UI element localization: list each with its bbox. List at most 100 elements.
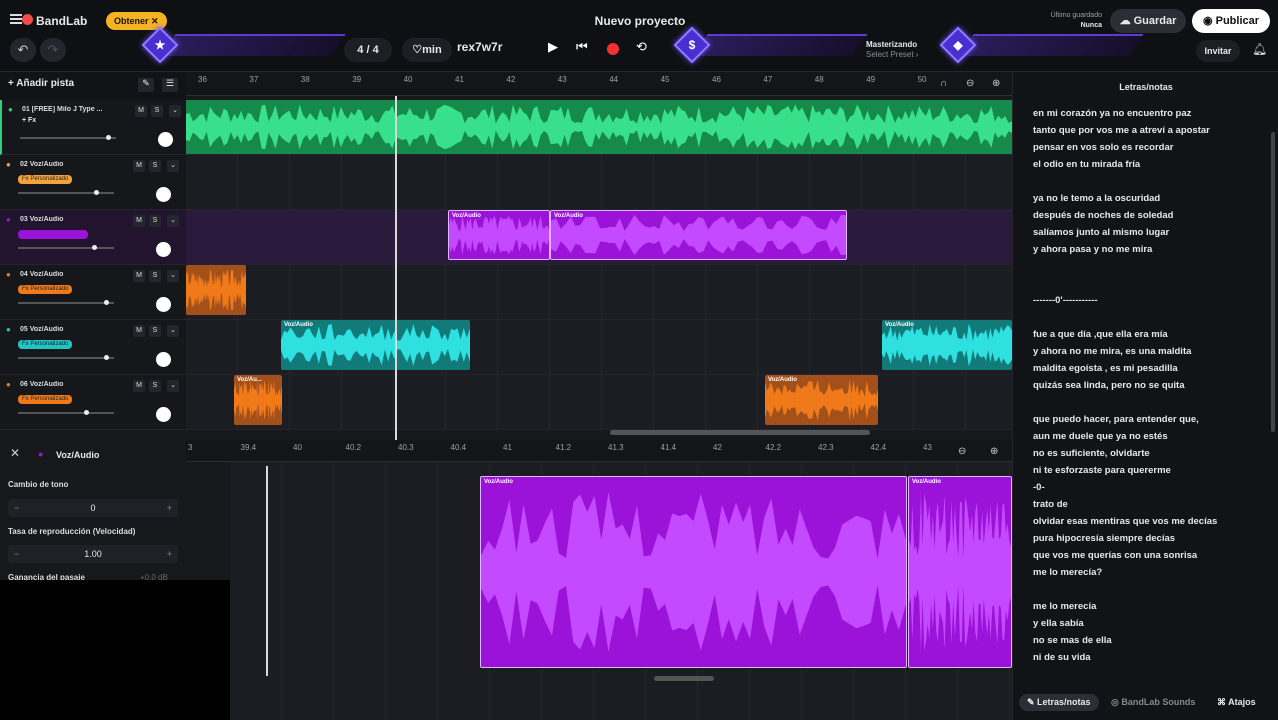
clip-track-3-a[interactable]: Voz/Audio	[448, 210, 550, 260]
lane-1[interactable]	[186, 100, 1012, 155]
horizontal-scrollbar[interactable]	[610, 430, 870, 435]
record-icon[interactable]	[607, 43, 619, 55]
track-name[interactable]: 04 Voz/Audio	[20, 271, 116, 278]
bell-icon[interactable]: 🔔︎	[1252, 42, 1267, 56]
pan-knob[interactable]	[156, 242, 171, 257]
volume-slider[interactable]	[18, 410, 114, 415]
playhead[interactable]	[395, 96, 397, 440]
solo-button[interactable]: S	[149, 380, 161, 392]
undo-icon[interactable]: ↶	[10, 38, 36, 62]
footer-lyrics-tab[interactable]: ✎ Letras/notas	[1019, 694, 1099, 711]
editor-clip-b[interactable]: Voz/Audio	[908, 476, 1012, 668]
clip-track-6-a[interactable]: Voz/Au...	[234, 375, 282, 425]
volume-slider[interactable]	[18, 245, 114, 250]
chevron-down-icon[interactable]: ⌄	[167, 270, 179, 282]
solo-button[interactable]: S	[149, 270, 161, 282]
track-header-6[interactable]: ● 06 Voz/Audio M S ⌄ Fx Personalizado	[0, 375, 186, 430]
track-name[interactable]: 03 Voz/Audio	[20, 216, 116, 223]
app-logo[interactable]: BandLab	[36, 14, 87, 28]
menu-icon[interactable]	[10, 14, 22, 24]
fx-badge[interactable]: Fx Personalizado	[18, 340, 73, 349]
fx-badge[interactable]: Fx Personalizado	[18, 175, 73, 184]
pan-knob[interactable]	[156, 407, 171, 422]
volume-thumb[interactable]	[106, 135, 111, 140]
lane-3[interactable]: Voz/Audio Voz/Audio	[186, 210, 1012, 265]
pitch-stepper[interactable]: −0 +	[8, 499, 178, 517]
chevron-down-icon[interactable]: ⌄	[167, 160, 179, 172]
editor-zoom-out-icon[interactable]: ⊖	[958, 446, 966, 457]
lane-5[interactable]: Voz/Audio Voz/Audio	[186, 320, 1012, 375]
track-header-2[interactable]: ● 02 Voz/Audio M S ⌄ Fx Personalizado	[0, 155, 186, 210]
editor-ruler[interactable]: 3 39.4 40 40.2 40.3 40.4 41 41.2 41.3 41.4 42 42.2 4…	[186, 440, 1012, 462]
pan-knob[interactable]	[158, 132, 173, 147]
save-button[interactable]: ☁ Guardar	[1110, 9, 1186, 33]
solo-button[interactable]: S	[149, 215, 161, 227]
footer-shortcuts-tab[interactable]: ⌘ Atajos	[1217, 694, 1256, 708]
editor-scrollbar[interactable]	[654, 676, 714, 681]
volume-thumb[interactable]	[94, 190, 99, 195]
chevron-down-icon[interactable]: ⌄	[167, 215, 179, 227]
timeline-ruler[interactable]: 36 37 38 39 40 41 42 43 44 45 46 47 48 49 50	[186, 72, 1012, 96]
clip-track-5-a[interactable]: Voz/Audio	[281, 320, 470, 370]
tempo-display[interactable]: ♡min	[402, 38, 452, 62]
publish-button[interactable]: ◉ Publicar	[1192, 9, 1270, 33]
clip-track-4[interactable]	[186, 265, 246, 315]
volume-thumb[interactable]	[104, 355, 109, 360]
editor-lane[interactable]: Voz/Audio Voz/Audio	[230, 462, 1012, 720]
editor-playhead[interactable]	[266, 466, 268, 676]
track-name[interactable]: 01 [FREE] Milo J Type ...	[22, 106, 118, 113]
lyrics-scrollbar[interactable]	[1271, 132, 1275, 432]
fx-badge[interactable]: Fx Personalizado	[18, 285, 73, 294]
track-name[interactable]: 05 Voz/Audio	[20, 326, 116, 333]
magnet-icon[interactable]: ∩	[940, 78, 947, 89]
mute-button[interactable]: M	[135, 105, 147, 117]
chevron-down-icon[interactable]: ⌄	[167, 380, 179, 392]
invite-button[interactable]: Invitar	[1196, 40, 1240, 62]
zoom-in-icon[interactable]: ⊕	[992, 78, 1000, 89]
lane-6[interactable]: Voz/Au... Voz/Audio	[186, 375, 1012, 430]
mute-button[interactable]: M	[133, 160, 145, 172]
pan-knob[interactable]	[156, 352, 171, 367]
solo-button[interactable]: S	[149, 160, 161, 172]
lane-2[interactable]	[186, 155, 1012, 210]
fx-badge[interactable]	[18, 230, 88, 239]
volume-thumb[interactable]	[104, 300, 109, 305]
clip-track-6-b[interactable]: Voz/Audio	[765, 375, 878, 425]
redo-icon[interactable]: ↷	[40, 38, 66, 62]
track-header-5[interactable]: ● 05 Voz/Audio M S ⌄ Fx Personalizado	[0, 320, 186, 375]
rate-stepper[interactable]: −1.00 +	[8, 545, 178, 563]
chevron-down-icon[interactable]: ⌄	[167, 325, 179, 337]
mute-button[interactable]: M	[133, 380, 145, 392]
project-title[interactable]: Nuevo proyecto	[560, 14, 720, 28]
key-display[interactable]: rex7w7r	[457, 40, 502, 54]
close-icon[interactable]: ✕	[10, 446, 20, 460]
solo-button[interactable]: S	[149, 325, 161, 337]
loop-icon[interactable]: ⟲	[636, 39, 647, 55]
add-track-button[interactable]: + Añadir pista	[8, 78, 74, 89]
play-icon[interactable]: ▶	[548, 39, 558, 55]
editor-zoom-in-icon[interactable]: ⊕	[990, 446, 998, 457]
rewind-icon[interactable]: ⏮	[576, 39, 588, 55]
track-header-3[interactable]: ● 03 Voz/Audio M S ⌄	[0, 210, 186, 265]
track-header-1[interactable]: ● 01 [FREE] Milo J Type ... M S ⌄ + Fx	[0, 100, 186, 155]
zoom-out-icon[interactable]: ⊖	[966, 78, 974, 89]
chevron-down-icon[interactable]: ⌄	[169, 105, 181, 117]
footer-sounds-tab[interactable]: ◎ BandLab Sounds	[1111, 694, 1195, 708]
track-header-4[interactable]: ● 04 Voz/Audio M S ⌄ Fx Personalizado	[0, 265, 186, 320]
editor-clip-a[interactable]: Voz/Audio	[480, 476, 907, 668]
settings-icon[interactable]: ☰	[162, 78, 178, 92]
pan-knob[interactable]	[156, 297, 171, 312]
volume-slider[interactable]	[20, 135, 116, 140]
add-fx-button[interactable]: + Fx	[22, 117, 36, 124]
track-name[interactable]: 02 Voz/Audio	[20, 161, 116, 168]
volume-slider[interactable]	[18, 300, 114, 305]
lane-4[interactable]	[186, 265, 1012, 320]
pencil-icon[interactable]: ✎	[138, 78, 154, 92]
volume-thumb[interactable]	[84, 410, 89, 415]
solo-button[interactable]: S	[151, 105, 163, 117]
fx-badge[interactable]: Fx Personalizado	[18, 395, 73, 404]
volume-slider[interactable]	[18, 190, 114, 195]
mute-button[interactable]: M	[133, 325, 145, 337]
time-signature[interactable]: 4 / 4	[344, 38, 392, 62]
pan-knob[interactable]	[156, 187, 171, 202]
